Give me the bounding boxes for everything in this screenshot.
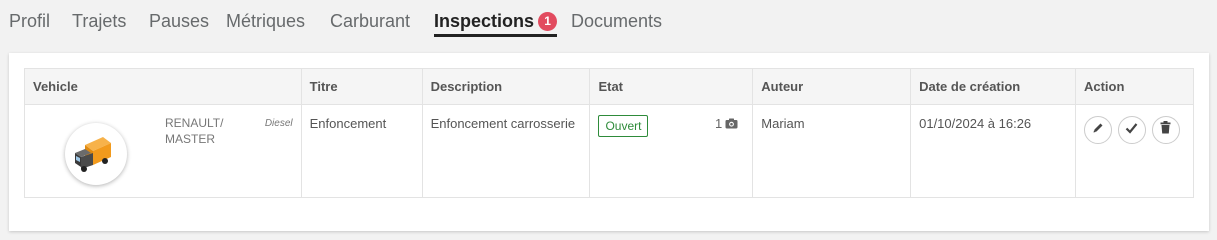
tab-bar: Profil Trajets Pauses Métriques Carburan… [0, 0, 1217, 44]
tab-inspections[interactable]: Inspections 1 [434, 11, 558, 37]
inspections-count-badge: 1 [538, 12, 558, 31]
column-header-vehicle: Vehicle [24, 68, 302, 105]
tab-carburant[interactable]: Carburant [330, 11, 410, 32]
trash-icon [1160, 121, 1171, 139]
tab-pauses[interactable]: Pauses [149, 11, 209, 32]
tab-label: Carburant [330, 11, 411, 31]
auteur-cell: Mariam [752, 104, 912, 198]
titre-cell: Enfoncement [300, 104, 423, 198]
table-header-row: Vehicle Titre Description Etat Auteur Da… [24, 68, 1195, 105]
tab-documents[interactable]: Documents [571, 11, 662, 32]
tab-trajets[interactable]: Trajets [72, 11, 126, 32]
tab-label: Pauses [149, 11, 210, 31]
check-icon [1125, 121, 1138, 139]
tab-label: Métriques [226, 11, 306, 31]
tab-label: Documents [571, 11, 663, 31]
etat-cell: Ouvert 1 [589, 104, 754, 198]
inspections-table: Vehicle Titre Description Etat Auteur Da… [24, 68, 1195, 198]
column-header-auteur: Auteur [752, 68, 912, 105]
description-cell: Enfoncement carrosserie [421, 104, 591, 198]
column-header-date: Date de création [910, 68, 1076, 105]
photo-count-value: 1 [715, 116, 723, 131]
column-header-action: Action [1074, 68, 1195, 105]
delete-button[interactable] [1151, 116, 1180, 144]
column-header-titre: Titre [300, 68, 423, 105]
inspections-panel: Vehicle Titre Description Etat Auteur Da… [9, 53, 1209, 231]
date-cell: 01/10/2024 à 16:26 [910, 104, 1076, 198]
truck-icon [65, 123, 127, 185]
vehicle-cell: RENAULT/ MASTER Diesel [24, 104, 302, 198]
table-row[interactable]: RENAULT/ MASTER Diesel Enfoncement Enfon… [24, 104, 1195, 198]
vehicle-fuel-type: Diesel [264, 118, 293, 129]
edit-button[interactable] [1083, 116, 1112, 144]
camera-icon [725, 116, 738, 134]
photo-count[interactable]: 1 [715, 115, 738, 134]
validate-button[interactable] [1117, 116, 1146, 144]
tab-metriques[interactable]: Métriques [226, 11, 305, 32]
tab-label: Inspections [434, 11, 535, 31]
tab-label: Profil [9, 11, 51, 31]
tab-profil[interactable]: Profil [9, 11, 50, 32]
vehicle-name: RENAULT/ MASTER [165, 116, 224, 146]
tab-label: Trajets [72, 11, 127, 31]
status-badge: Ouvert [598, 115, 649, 137]
action-cell [1074, 104, 1195, 198]
column-header-etat: Etat [589, 68, 754, 105]
pencil-icon [1092, 121, 1104, 139]
column-header-description: Description [421, 68, 591, 105]
